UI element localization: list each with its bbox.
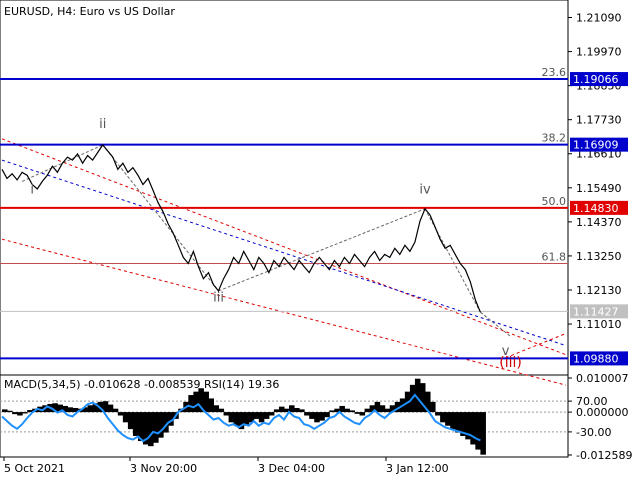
y-tick-label: 1.15490 [576, 182, 622, 195]
macd-histogram-bar [188, 395, 194, 413]
macd-histogram-bar [112, 408, 119, 413]
macd-histogram-bar [445, 412, 451, 426]
wave-label: iii [213, 291, 224, 306]
wave-label: (iii) [499, 355, 522, 371]
macd-histogram-bar [132, 412, 139, 436]
macd-histogram-bar [117, 412, 124, 416]
fib-level-label: 38.2 [542, 132, 567, 145]
macd-histogram-bar [450, 412, 456, 430]
macd-histogram-bar [263, 412, 270, 419]
macd-histogram-bar [2, 409, 8, 413]
timeframe-label: H4: [57, 5, 76, 18]
price-tag-label: 1.19066 [573, 73, 619, 86]
x-tick-label: 3 Jan 12:00 [386, 462, 449, 475]
indicator-header: MACD(5,34,5) -0.010628 -0.008539 RSI(14)… [4, 378, 279, 391]
macd-histogram-bar [22, 412, 28, 414]
macd-histogram-bar [440, 412, 446, 423]
y-tick-label: 1.13250 [576, 250, 622, 263]
macd-histogram-bar [344, 408, 350, 413]
y-tick-label: 1.14370 [576, 216, 622, 229]
macd-histogram-bar [480, 412, 486, 455]
macd-histogram-bar [359, 412, 366, 416]
price-tag-label: 1.14830 [573, 202, 619, 215]
macd-histogram-bar [122, 412, 129, 423]
symbol-label: EURUSD [4, 5, 50, 18]
macd-histogram-bar [379, 405, 386, 413]
macd-histogram-bar [208, 398, 214, 413]
macd-histogram-bar [470, 412, 476, 445]
macd-histogram-bar [193, 391, 199, 413]
x-tick-label: 5 Oct 2021 [4, 462, 65, 475]
macd-histogram-bar [223, 412, 230, 416]
macd-histogram-bar [309, 412, 315, 419]
price-tag-label: 1.09880 [573, 352, 619, 365]
y-tick-label: 1.11010 [576, 318, 622, 331]
macd-histogram-bar [278, 406, 285, 413]
macd-histogram-bar [218, 408, 225, 413]
macd-histogram-bar [258, 412, 265, 423]
macd-histogram-bar [319, 412, 325, 421]
indicator-tick-label: -0.012589 [576, 449, 632, 462]
macd-histogram-bar [203, 391, 209, 413]
macd-histogram-bar [475, 412, 481, 450]
macd-histogram-bar [12, 412, 18, 415]
macd-histogram-bar [87, 405, 94, 413]
macd-histogram-bar [17, 412, 23, 416]
wave-label: ii [99, 117, 106, 132]
macd-histogram-bar [268, 412, 275, 416]
wave-label: i [30, 183, 34, 198]
macd-histogram-bar [304, 412, 310, 416]
macd-histogram-bar [329, 410, 335, 413]
macd-histogram-bar [384, 408, 391, 413]
y-tick-label: 1.21090 [576, 12, 622, 25]
macd-histogram-bar [7, 410, 13, 413]
macd-histogram-bar [364, 408, 371, 413]
macd-histogram-bar [455, 412, 461, 433]
price-tag-label: 1.11427 [573, 305, 619, 318]
macd-histogram-bar [107, 404, 114, 413]
macd-histogram-bar [314, 412, 320, 423]
macd-histogram-bar [349, 410, 355, 413]
eurusd-chart: EURUSD, H4: Euro vs US Dollar 1.21090 1.1… [0, 0, 640, 480]
fib-level-label: 61.8 [542, 251, 567, 264]
y-tick-label: 1.19970 [576, 46, 622, 59]
x-tick-label: 3 Nov 20:00 [130, 462, 197, 475]
chart-header: EURUSD, H4: Euro vs US Dollar [4, 5, 175, 18]
fib-level-label: 50.0 [542, 195, 567, 208]
macd-histogram-bar [430, 401, 436, 413]
macd-histogram-bar [354, 412, 361, 414]
indicator-tick-label: -30.00 [576, 426, 611, 439]
macd-histogram-bar [67, 407, 73, 413]
description-label: Euro vs US Dollar [80, 5, 176, 18]
macd-histogram-bar [153, 412, 159, 443]
macd-histogram-bar [435, 412, 441, 416]
macd-histogram-bar [324, 412, 330, 418]
fib-level-label: 23.6 [542, 66, 567, 79]
macd-histogram-bar [273, 409, 280, 413]
macd-histogram-bar [148, 412, 154, 447]
macd-histogram-bar [253, 412, 260, 419]
x-tick-label: 3 Dec 04:00 [258, 462, 325, 475]
price-tag-label: 1.16909 [573, 139, 619, 152]
macd-histogram-bar [294, 408, 300, 413]
macd-histogram-bar [213, 405, 220, 413]
macd-histogram-bar [299, 409, 305, 413]
y-tick-label: 1.17730 [576, 114, 622, 127]
wave-label: iv [419, 183, 431, 198]
macd-histogram-bar [289, 405, 295, 413]
macd-histogram-bar [339, 405, 345, 413]
indicator-tick-label: 0.010007 [576, 372, 629, 385]
indicator-tick-label: 0.000000 [576, 406, 629, 419]
macd-histogram-bar [228, 412, 235, 423]
macd-histogram-bar [127, 412, 134, 430]
y-tick-label: 1.12130 [576, 284, 622, 297]
